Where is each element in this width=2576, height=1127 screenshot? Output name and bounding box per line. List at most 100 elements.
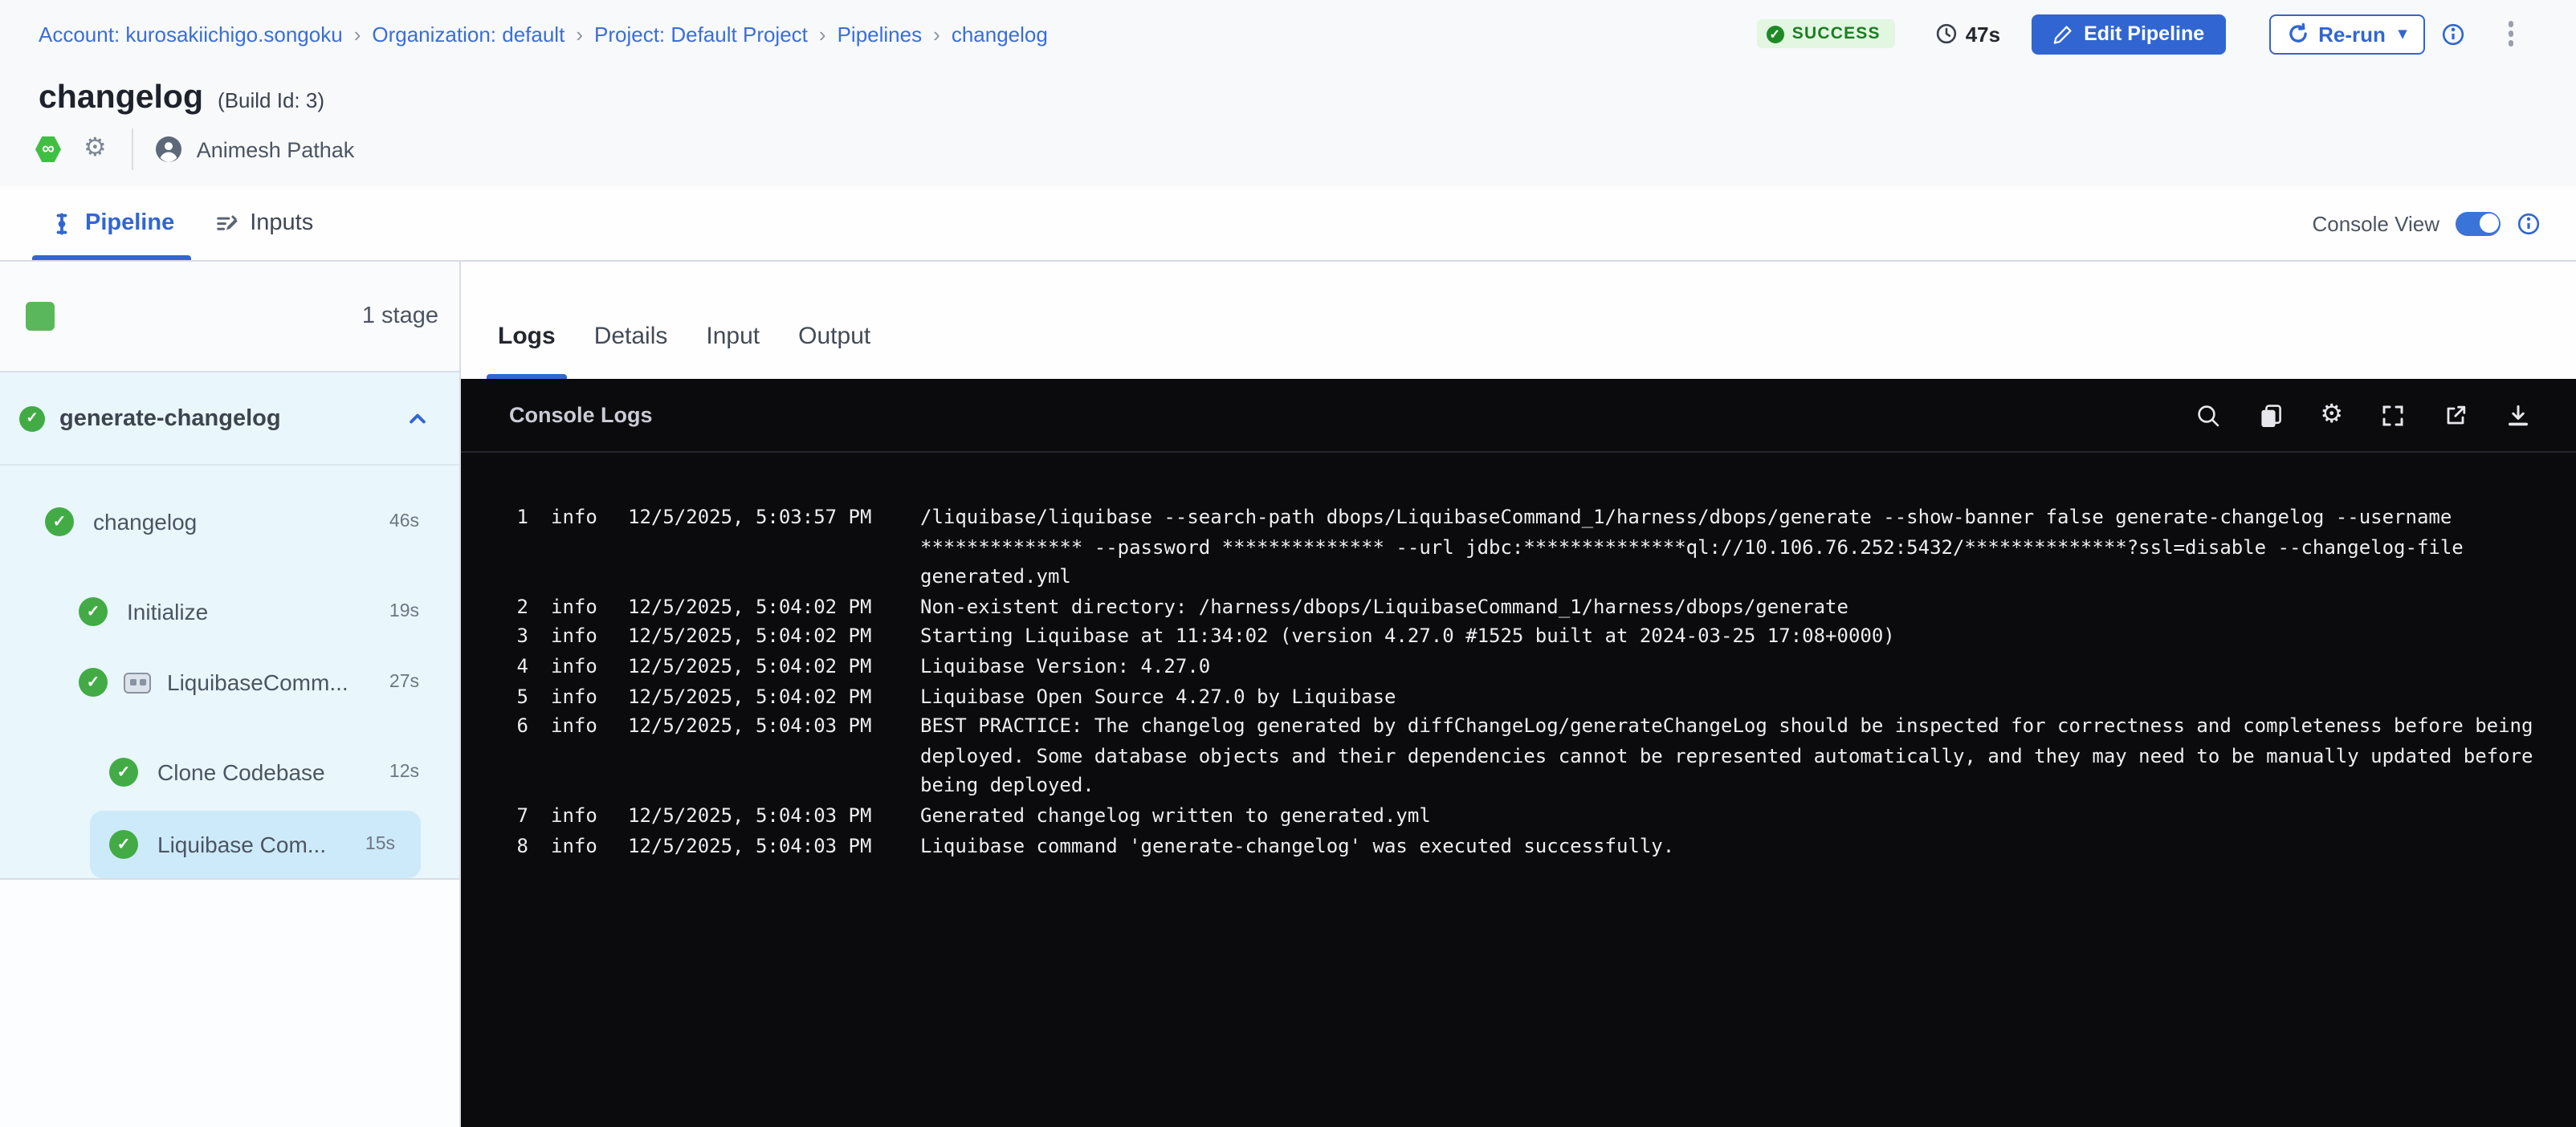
log-line-number: 6 [506, 711, 528, 801]
console-view-toggle[interactable] [2456, 211, 2501, 235]
pipeline-icon [50, 211, 74, 235]
log-level: info [551, 681, 605, 711]
step-duration: 27s [389, 673, 459, 692]
ci-module-icon: ∞ [35, 136, 61, 163]
success-check-icon: ✓ [19, 405, 45, 431]
stage-name: generate-changelog [59, 405, 281, 431]
build-id: (Build Id: 3) [218, 88, 324, 112]
step-duration: 19s [389, 602, 459, 621]
tab-inputs[interactable]: Inputs [214, 186, 313, 260]
tab-details[interactable]: Details [594, 294, 668, 379]
success-check-icon: ✓ [79, 597, 108, 626]
refresh-icon [2286, 22, 2309, 45]
success-check-icon: ✓ [109, 830, 138, 859]
step-tree: ✓ changelog 46s ✓ Initialize 19s ✓ Liqui… [0, 466, 459, 878]
step-row-liquibase-command-group[interactable]: ✓ LiquibaseComm... 27s [0, 647, 459, 718]
more-options-menu-icon[interactable] [2503, 17, 2518, 51]
log-message: Liquibase Version: 4.27.0 [920, 652, 2536, 681]
tab-output[interactable]: Output [798, 294, 870, 379]
fullscreen-icon[interactable] [2380, 402, 2406, 428]
stage-status-square [26, 302, 55, 331]
pencil-icon [2052, 23, 2073, 44]
step-label: Liquibase Com... [157, 832, 326, 857]
step-label: Initialize [127, 599, 208, 625]
content: 1 stage ✓ generate-changelog ✓ changelog… [0, 262, 2576, 1127]
log-timestamp: 12/5/2025, 5:04:03 PM [628, 711, 898, 801]
console-toolbar: ⚙ [2195, 402, 2531, 428]
log-timestamp: 12/5/2025, 5:04:02 PM [628, 622, 898, 652]
success-check-icon: ✓ [79, 668, 108, 697]
info-icon[interactable] [2440, 22, 2464, 46]
breadcrumb: Account: kurosakiichigo.songoku › Organi… [39, 22, 1048, 46]
execution-duration: 47s [1935, 22, 2000, 46]
log-timestamp: 12/5/2025, 5:04:02 PM [628, 652, 898, 681]
step-detail-tab-bar: Logs Details Input Output [461, 262, 2576, 379]
pipeline-execution-page: Account: kurosakiichigo.songoku › Organi… [0, 0, 2576, 1127]
edit-pipeline-button[interactable]: Edit Pipeline [2031, 14, 2225, 54]
rerun-button[interactable]: Re-run ▾ [2268, 14, 2424, 54]
edit-pipeline-label: Edit Pipeline [2084, 22, 2204, 45]
log-line-number: 3 [506, 622, 528, 652]
log-line: 4 info 12/5/2025, 5:04:02 PM Liquibase V… [461, 652, 2576, 681]
tab-logs-label: Logs [498, 323, 556, 350]
log-line: 5 info 12/5/2025, 5:04:02 PM Liquibase O… [461, 681, 2576, 711]
step-row-initialize[interactable]: ✓ Initialize 19s [0, 576, 459, 647]
log-message: Generated changelog written to generated… [920, 801, 2536, 831]
copy-icon[interactable] [2257, 402, 2283, 428]
log-message: Non-existent directory: /harness/dbops/L… [920, 592, 2536, 622]
tab-inputs-label: Inputs [250, 210, 313, 236]
tab-logs[interactable]: Logs [498, 294, 556, 379]
tab-input[interactable]: Input [706, 294, 760, 379]
log-line: 2 info 12/5/2025, 5:04:02 PM Non-existen… [461, 592, 2576, 622]
log-timestamp: 12/5/2025, 5:03:57 PM [628, 502, 898, 592]
log-timestamp: 12/5/2025, 5:04:02 PM [628, 592, 898, 622]
step-row-changelog[interactable]: ✓ changelog 46s [0, 486, 459, 557]
clock-icon [1935, 22, 1958, 45]
breadcrumb-project[interactable]: Project: Default Project [594, 22, 808, 46]
breadcrumb-changelog[interactable]: changelog [952, 22, 1048, 46]
tab-pipeline[interactable]: Pipeline [50, 186, 174, 260]
log-message: Liquibase Open Source 4.27.0 by Liquibas… [920, 681, 2536, 711]
console-header: Console Logs ⚙ [461, 379, 2576, 453]
log-line: 3 info 12/5/2025, 5:04:02 PM Starting Li… [461, 622, 2576, 652]
success-check-icon: ✓ [109, 758, 138, 787]
breadcrumb-separator: › [808, 22, 838, 46]
download-icon[interactable] [2505, 402, 2531, 428]
log-level: info [551, 711, 605, 801]
tab-details-label: Details [594, 323, 668, 350]
stage-group: ✓ generate-changelog ✓ changelog 46s ✓ I… [0, 372, 459, 880]
log-line-number: 1 [506, 502, 528, 592]
execution-actions: ✓ SUCCESS 47s Edit Pipeline Re-run [1757, 14, 2518, 54]
step-row-liquibase-command-selected[interactable]: ✓ Liquibase Com... 15s [90, 811, 421, 878]
breadcrumb-separator: › [922, 22, 952, 46]
step-label: changelog [93, 509, 197, 535]
step-label: Clone Codebase [157, 759, 325, 785]
search-icon[interactable] [2195, 402, 2220, 428]
breadcrumb-pipelines[interactable]: Pipelines [838, 22, 923, 46]
log-line-number: 8 [506, 831, 528, 861]
step-row-clone-codebase[interactable]: ✓ Clone Codebase 12s [0, 737, 459, 808]
console-log-output[interactable]: 1 info 12/5/2025, 5:03:57 PM /liquibase/… [461, 453, 2576, 861]
top-bar: Account: kurosakiichigo.songoku › Organi… [0, 0, 2576, 67]
stage-count: 1 stage [362, 303, 438, 329]
log-level: info [551, 801, 605, 831]
info-icon[interactable] [2517, 211, 2541, 235]
console-title: Console Logs [509, 403, 653, 427]
gear-icon[interactable]: ⚙ [84, 136, 107, 162]
chevron-down-icon[interactable]: ▾ [2399, 25, 2407, 43]
breadcrumb-organization[interactable]: Organization: default [372, 22, 565, 46]
stage-row-generate-changelog[interactable]: ✓ generate-changelog [0, 372, 459, 466]
settings-gear-icon[interactable]: ⚙ [2320, 402, 2343, 428]
tab-output-label: Output [798, 323, 870, 350]
stage-sidebar: 1 stage ✓ generate-changelog ✓ changelog… [0, 262, 461, 1127]
open-in-new-icon[interactable] [2443, 402, 2468, 428]
breadcrumb-account[interactable]: Account: kurosakiichigo.songoku [39, 22, 343, 46]
console-panel: Console Logs ⚙ [461, 379, 2576, 1127]
view-tab-bar: Pipeline Inputs Console View [0, 186, 2576, 262]
log-level: info [551, 652, 605, 681]
status-badge-label: SUCCESS [1792, 24, 1881, 43]
triggered-by-user: Animesh Pathak [197, 137, 355, 161]
log-line: 6 info 12/5/2025, 5:04:03 PM BEST PRACTI… [461, 711, 2576, 801]
chevron-up-icon[interactable] [406, 407, 429, 429]
breadcrumb-separator: › [343, 22, 373, 46]
